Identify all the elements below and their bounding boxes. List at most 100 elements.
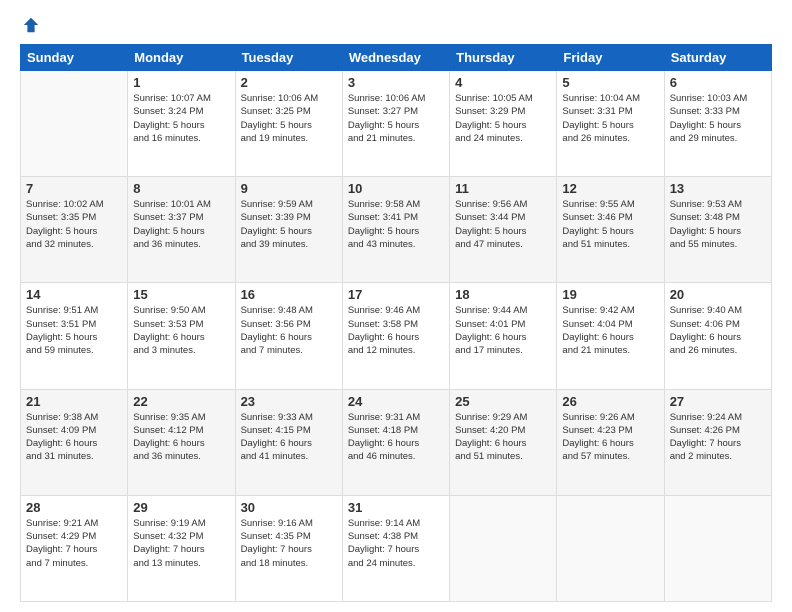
calendar-cell: 2 Sunrise: 10:06 AMSunset: 3:25 PMDayligh… (235, 71, 342, 177)
day-info: Sunrise: 9:44 AMSunset: 4:01 PMDaylight:… (455, 304, 551, 357)
calendar-cell: 31 Sunrise: 9:14 AMSunset: 4:38 PMDayligh… (342, 495, 449, 601)
calendar-header-tuesday: Tuesday (235, 45, 342, 71)
calendar-cell: 5 Sunrise: 10:04 AMSunset: 3:31 PMDayligh… (557, 71, 664, 177)
day-number: 1 (133, 75, 229, 90)
day-number: 28 (26, 500, 122, 515)
calendar-cell: 7 Sunrise: 10:02 AMSunset: 3:35 PMDayligh… (21, 177, 128, 283)
calendar-cell (664, 495, 771, 601)
day-number: 26 (562, 394, 658, 409)
day-number: 27 (670, 394, 766, 409)
day-info: Sunrise: 9:38 AMSunset: 4:09 PMDaylight:… (26, 411, 122, 464)
day-info: Sunrise: 10:06 AMSunset: 3:25 PMDaylight… (241, 92, 337, 145)
day-info: Sunrise: 9:58 AMSunset: 3:41 PMDaylight:… (348, 198, 444, 251)
day-info: Sunrise: 9:51 AMSunset: 3:51 PMDaylight:… (26, 304, 122, 357)
day-info: Sunrise: 10:06 AMSunset: 3:27 PMDaylight… (348, 92, 444, 145)
day-info: Sunrise: 9:59 AMSunset: 3:39 PMDaylight:… (241, 198, 337, 251)
header (20, 16, 772, 34)
day-info: Sunrise: 9:53 AMSunset: 3:48 PMDaylight:… (670, 198, 766, 251)
day-number: 30 (241, 500, 337, 515)
day-info: Sunrise: 10:07 AMSunset: 3:24 PMDaylight… (133, 92, 229, 145)
day-number: 24 (348, 394, 444, 409)
calendar-cell: 16 Sunrise: 9:48 AMSunset: 3:56 PMDayligh… (235, 283, 342, 389)
day-info: Sunrise: 10:04 AMSunset: 3:31 PMDaylight… (562, 92, 658, 145)
day-number: 5 (562, 75, 658, 90)
day-number: 29 (133, 500, 229, 515)
day-info: Sunrise: 9:33 AMSunset: 4:15 PMDaylight:… (241, 411, 337, 464)
calendar-cell: 26 Sunrise: 9:26 AMSunset: 4:23 PMDayligh… (557, 389, 664, 495)
logo (20, 16, 40, 34)
calendar-cell: 25 Sunrise: 9:29 AMSunset: 4:20 PMDayligh… (450, 389, 557, 495)
calendar-header-row: SundayMondayTuesdayWednesdayThursdayFrid… (21, 45, 772, 71)
calendar-cell: 23 Sunrise: 9:33 AMSunset: 4:15 PMDayligh… (235, 389, 342, 495)
day-info: Sunrise: 9:55 AMSunset: 3:46 PMDaylight:… (562, 198, 658, 251)
calendar-header-monday: Monday (128, 45, 235, 71)
day-info: Sunrise: 9:29 AMSunset: 4:20 PMDaylight:… (455, 411, 551, 464)
day-number: 10 (348, 181, 444, 196)
calendar-cell: 1 Sunrise: 10:07 AMSunset: 3:24 PMDayligh… (128, 71, 235, 177)
day-info: Sunrise: 9:26 AMSunset: 4:23 PMDaylight:… (562, 411, 658, 464)
logo-icon (22, 16, 40, 34)
day-info: Sunrise: 9:24 AMSunset: 4:26 PMDaylight:… (670, 411, 766, 464)
day-number: 12 (562, 181, 658, 196)
day-number: 11 (455, 181, 551, 196)
day-info: Sunrise: 10:03 AMSunset: 3:33 PMDaylight… (670, 92, 766, 145)
calendar-cell: 10 Sunrise: 9:58 AMSunset: 3:41 PMDayligh… (342, 177, 449, 283)
day-number: 23 (241, 394, 337, 409)
day-number: 21 (26, 394, 122, 409)
calendar-cell (21, 71, 128, 177)
day-info: Sunrise: 9:16 AMSunset: 4:35 PMDaylight:… (241, 517, 337, 570)
day-number: 19 (562, 287, 658, 302)
calendar-cell: 24 Sunrise: 9:31 AMSunset: 4:18 PMDayligh… (342, 389, 449, 495)
calendar-cell: 8Sunrise: 10:01 AMSunset: 3:37 PMDayligh… (128, 177, 235, 283)
day-info: Sunrise: 9:14 AMSunset: 4:38 PMDaylight:… (348, 517, 444, 570)
calendar-cell: 4 Sunrise: 10:05 AMSunset: 3:29 PMDayligh… (450, 71, 557, 177)
day-number: 8 (133, 181, 229, 196)
calendar-week-1: 1 Sunrise: 10:07 AMSunset: 3:24 PMDayligh… (21, 71, 772, 177)
day-number: 16 (241, 287, 337, 302)
day-info: Sunrise: 9:40 AMSunset: 4:06 PMDaylight:… (670, 304, 766, 357)
calendar-cell: 17Sunrise: 9:46 AMSunset: 3:58 PMDayligh… (342, 283, 449, 389)
day-number: 13 (670, 181, 766, 196)
calendar-header-wednesday: Wednesday (342, 45, 449, 71)
calendar-table: SundayMondayTuesdayWednesdayThursdayFrid… (20, 44, 772, 602)
calendar-cell: 27 Sunrise: 9:24 AMSunset: 4:26 PMDayligh… (664, 389, 771, 495)
day-number: 9 (241, 181, 337, 196)
calendar-cell: 9 Sunrise: 9:59 AMSunset: 3:39 PMDaylight… (235, 177, 342, 283)
day-info: Sunrise: 9:21 AMSunset: 4:29 PMDaylight:… (26, 517, 122, 570)
day-number: 15 (133, 287, 229, 302)
day-info: Sunrise: 9:48 AMSunset: 3:56 PMDaylight:… (241, 304, 337, 357)
calendar-week-4: 21 Sunrise: 9:38 AMSunset: 4:09 PMDayligh… (21, 389, 772, 495)
page: SundayMondayTuesdayWednesdayThursdayFrid… (0, 0, 792, 612)
day-number: 7 (26, 181, 122, 196)
day-info: Sunrise: 9:56 AMSunset: 3:44 PMDaylight:… (455, 198, 551, 251)
calendar-cell: 18Sunrise: 9:44 AMSunset: 4:01 PMDayligh… (450, 283, 557, 389)
calendar-cell: 14 Sunrise: 9:51 AMSunset: 3:51 PMDayligh… (21, 283, 128, 389)
calendar-header-sunday: Sunday (21, 45, 128, 71)
calendar-cell: 30 Sunrise: 9:16 AMSunset: 4:35 PMDayligh… (235, 495, 342, 601)
calendar-cell: 15Sunrise: 9:50 AMSunset: 3:53 PMDayligh… (128, 283, 235, 389)
calendar-cell: 11 Sunrise: 9:56 AMSunset: 3:44 PMDayligh… (450, 177, 557, 283)
day-info: Sunrise: 9:19 AMSunset: 4:32 PMDaylight:… (133, 517, 229, 570)
calendar-cell: 21 Sunrise: 9:38 AMSunset: 4:09 PMDayligh… (21, 389, 128, 495)
calendar-cell: 3 Sunrise: 10:06 AMSunset: 3:27 PMDayligh… (342, 71, 449, 177)
day-info: Sunrise: 9:31 AMSunset: 4:18 PMDaylight:… (348, 411, 444, 464)
day-number: 14 (26, 287, 122, 302)
calendar-week-5: 28 Sunrise: 9:21 AMSunset: 4:29 PMDayligh… (21, 495, 772, 601)
day-info: Sunrise: 10:05 AMSunset: 3:29 PMDaylight… (455, 92, 551, 145)
day-number: 2 (241, 75, 337, 90)
day-number: 6 (670, 75, 766, 90)
calendar-cell: 19Sunrise: 9:42 AMSunset: 4:04 PMDayligh… (557, 283, 664, 389)
day-number: 25 (455, 394, 551, 409)
calendar-header-thursday: Thursday (450, 45, 557, 71)
calendar-cell: 12 Sunrise: 9:55 AMSunset: 3:46 PMDayligh… (557, 177, 664, 283)
calendar-cell: 29 Sunrise: 9:19 AMSunset: 4:32 PMDayligh… (128, 495, 235, 601)
day-number: 4 (455, 75, 551, 90)
calendar-cell (450, 495, 557, 601)
calendar-header-friday: Friday (557, 45, 664, 71)
calendar-cell: 6 Sunrise: 10:03 AMSunset: 3:33 PMDayligh… (664, 71, 771, 177)
day-number: 3 (348, 75, 444, 90)
day-info: Sunrise: 10:02 AMSunset: 3:35 PMDaylight… (26, 198, 122, 251)
calendar-header-saturday: Saturday (664, 45, 771, 71)
day-number: 31 (348, 500, 444, 515)
calendar-week-2: 7 Sunrise: 10:02 AMSunset: 3:35 PMDayligh… (21, 177, 772, 283)
